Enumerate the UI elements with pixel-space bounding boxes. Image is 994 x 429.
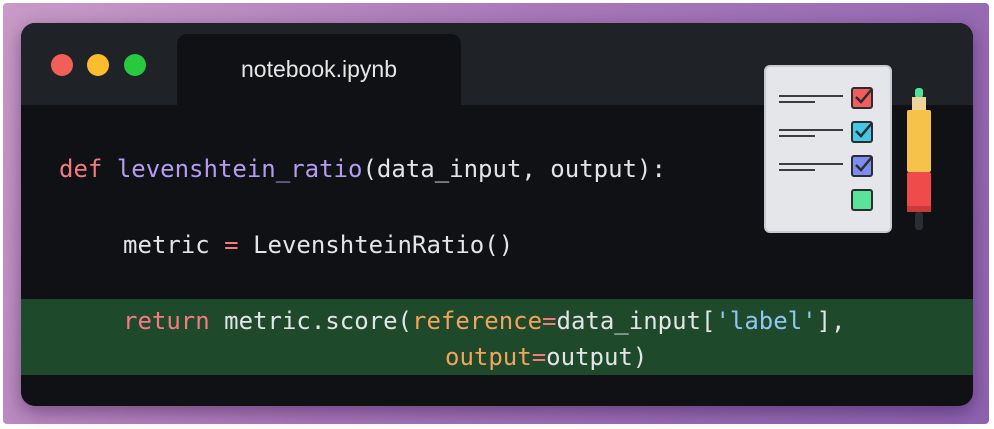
code-line-1: def levenshtein_ratio(data_input, output…	[59, 155, 666, 183]
code-line-4: output=output)	[445, 343, 648, 371]
maximize-window-button[interactable]	[124, 54, 146, 76]
checklist-clipboard-icon	[764, 65, 892, 233]
highlighter-pen-icon	[907, 88, 931, 230]
minimize-window-button[interactable]	[87, 54, 109, 76]
code-line-3: return metric.score(reference=data_input…	[123, 307, 846, 335]
editor-window: notebook.ipynb def levenshtein_ratio(dat…	[21, 23, 973, 406]
code-line-2: metric = LevenshteinRatio()	[123, 231, 514, 259]
tab-title: notebook.ipynb	[240, 56, 397, 82]
close-window-button[interactable]	[51, 54, 73, 76]
tab-notebook[interactable]: notebook.ipynb	[177, 34, 461, 105]
